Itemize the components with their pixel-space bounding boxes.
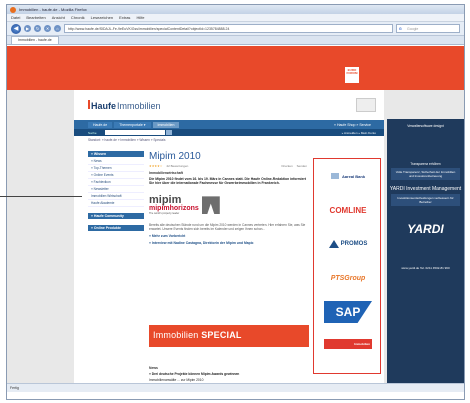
immobilien-special-banner[interactable]: Immobilien SPECIAL xyxy=(149,325,309,347)
search-field[interactable]: Google xyxy=(396,24,460,33)
menu-bearbeiten[interactable]: Bearbeiten xyxy=(26,15,45,20)
sponsor-ptsgroup[interactable]: PTSGroup xyxy=(324,267,372,289)
menu-hilfe[interactable]: Hilfe xyxy=(136,15,144,20)
firefox-icon xyxy=(10,6,16,13)
window-title: Immobilien - haufe.de - Mozilla Firefox xyxy=(19,7,87,12)
sponsor-panel: Aareal Bank COMLINE PROMOS PTSGroup SAP … xyxy=(313,158,381,374)
tab-immobilien[interactable]: Immobilien - haufe.de xyxy=(11,36,59,44)
news-item[interactable]: » Drei deutsche Projekte können Mipim Aw… xyxy=(149,372,309,376)
link-interview[interactable]: » Interview mit Nadine Castagna, Direkto… xyxy=(149,241,307,245)
euroforum-logo: EURO FORUM xyxy=(345,67,359,83)
forward-icon[interactable]: ▶ xyxy=(24,25,31,32)
account-links[interactable]: » Anmelden » Mein Konto xyxy=(342,131,376,135)
menu-bar: Datei Bearbeiten Ansicht Chronik Lesezei… xyxy=(7,14,464,22)
nav-tab-themenportale[interactable]: Themenportale ▾ xyxy=(114,121,151,128)
haufe-logo[interactable]: Haufe Immobilien xyxy=(88,99,161,111)
menu-lesezeichen[interactable]: Lesezeichen xyxy=(91,15,113,20)
right-ad-top[interactable]: Verwaltersoftware designt xyxy=(387,119,464,158)
sidebar-item-fachlexikon[interactable]: » Fachlexikon xyxy=(88,179,144,186)
reload-icon[interactable]: ↻ xyxy=(34,25,41,32)
mipim-logo: mipim mipimhorizons The world's property… xyxy=(149,189,307,221)
back-icon[interactable]: ◀ xyxy=(11,23,21,34)
sidebar-item-immobilien-wirtschaft[interactable]: Immobilien Wirtschaft xyxy=(88,193,144,200)
menu-extras[interactable]: Extras xyxy=(119,15,130,20)
site-search-input[interactable] xyxy=(104,130,165,135)
search-go-button[interactable] xyxy=(165,130,172,135)
sponsor-comline[interactable]: COMLINE xyxy=(324,199,372,221)
title-bar: Immobilien - haufe.de - Mozilla Firefox xyxy=(7,5,464,14)
home-icon[interactable]: ⌂ xyxy=(54,25,61,32)
nav-tab-immobilien[interactable]: Immobilien xyxy=(152,121,180,128)
right-ad-brand-line: YARDI Investment Management xyxy=(389,186,462,192)
article-body: Bereits alle deutschen Stände rund um di… xyxy=(149,223,306,232)
menu-chronik[interactable]: Chronik xyxy=(71,15,85,20)
news-heading: News xyxy=(149,366,158,370)
news-section: News » Drei deutsche Projekte können Mip… xyxy=(149,366,309,382)
right-ad-box2: Investitionsentscheidungen verbessern fü… xyxy=(391,194,460,206)
sidebar: » Wissen » News » Top-Themen » Online Ev… xyxy=(88,151,144,232)
print-link[interactable]: Drucken xyxy=(281,164,292,168)
right-ad-head: Transparenz erhöhen xyxy=(410,162,441,166)
menu-datei[interactable]: Datei xyxy=(11,15,20,20)
search-row: Suche » Anmelden » Mein Konto xyxy=(74,129,384,136)
navigation-toolbar: ◀ ▶ ↻ ✕ ⌂ http://www.haufe.de/SIDAJL-Fe-… xyxy=(7,22,464,36)
menu-ansicht[interactable]: Ansicht xyxy=(52,15,65,20)
page-content: EURO FORUM Verwaltersoftware designt Hau… xyxy=(7,46,464,392)
search-label: Suche xyxy=(88,130,97,135)
send-link[interactable]: Senden xyxy=(297,164,307,168)
sponsor-promos[interactable]: PROMOS xyxy=(324,233,372,255)
nav-tab-haufe[interactable]: Haufe.de xyxy=(88,121,113,128)
page-title: Mipim 2010 xyxy=(149,151,201,162)
header-promo[interactable] xyxy=(356,98,376,112)
browser-window: Immobilien - haufe.de - Mozilla Firefox … xyxy=(6,4,465,400)
link-vorbericht[interactable]: » Mehr zum Vorbericht xyxy=(149,234,307,238)
breadcrumb: Standort: » haufe.de » Immobilien » Wiss… xyxy=(88,138,166,142)
article-lead: Die Mipim 2010 findet vom 16. bis 19. Mä… xyxy=(149,177,306,186)
sponsor-immobilien[interactable]: Immobilien xyxy=(324,339,372,349)
top-banner: EURO FORUM xyxy=(7,46,464,90)
sidebar-item-news[interactable]: » News xyxy=(88,158,144,165)
yardi-logo: YARDI xyxy=(407,222,444,236)
url-field[interactable]: http://www.haufe.de/SIDAJL-Fe-9eEuVK/Gss… xyxy=(64,24,393,33)
article-kicker: Immobilienwirtschaft xyxy=(149,171,183,175)
right-ad-footer: www.yardi.de Tel. 0211 4502-81 960 xyxy=(401,266,450,270)
sidebar-item-haufe-akademie[interactable]: Haufe Akademie xyxy=(88,200,144,207)
promos-icon xyxy=(328,240,339,248)
status-text: Fertig xyxy=(10,386,19,390)
sidebar-item-online-events[interactable]: » Online Events xyxy=(88,172,144,179)
site-header: Haufe Immobilien xyxy=(74,90,384,120)
logo-mark xyxy=(88,99,90,109)
rating-count: 22 Bewertungen xyxy=(166,164,189,168)
status-bar: Fertig xyxy=(7,383,464,392)
sponsor-sap[interactable]: SAP xyxy=(324,301,372,323)
sidebar-item-top-themen[interactable]: » Top-Themen xyxy=(88,165,144,172)
sidebar-section-community[interactable]: » Haufe Community xyxy=(88,213,144,219)
right-ad-box1: Volle Transparenz, Sicherheit der Immobi… xyxy=(391,168,460,180)
sponsor-aareal-bank[interactable]: Aareal Bank xyxy=(324,165,372,187)
right-ad-yardi[interactable]: Transparenz erhöhen Volle Transparenz, S… xyxy=(387,158,464,392)
rating-stars-icon[interactable]: ★★★★☆ xyxy=(149,164,162,168)
stop-icon[interactable]: ✕ xyxy=(44,25,51,32)
article-meta: ★★★★☆ 22 Bewertungen Drucken Senden xyxy=(149,164,307,168)
main-nav: Haufe.de Themenportale ▾ Immobilien » Ha… xyxy=(74,120,384,129)
article: Mipim 2010 ★★★★☆ 22 Bewertungen Drucken … xyxy=(149,151,307,245)
news-item[interactable]: Immobilienanwälte ... zur Mipim 2010 xyxy=(149,378,309,382)
mipim-m-icon xyxy=(201,196,220,215)
nav-right-links[interactable]: » Haufe Shop » Service xyxy=(329,122,376,128)
tab-bar: Immobilien - haufe.de xyxy=(7,36,464,45)
right-ad-top-text: Verwaltersoftware designt xyxy=(407,124,444,128)
sidebar-item-newsletter[interactable]: » Newsletter xyxy=(88,186,144,193)
callout-line xyxy=(0,196,82,197)
sidebar-section-online-produkte[interactable]: » Online Produkte xyxy=(88,225,144,231)
sidebar-section-wissen[interactable]: » Wissen xyxy=(88,151,144,157)
aareal-icon xyxy=(330,173,339,179)
